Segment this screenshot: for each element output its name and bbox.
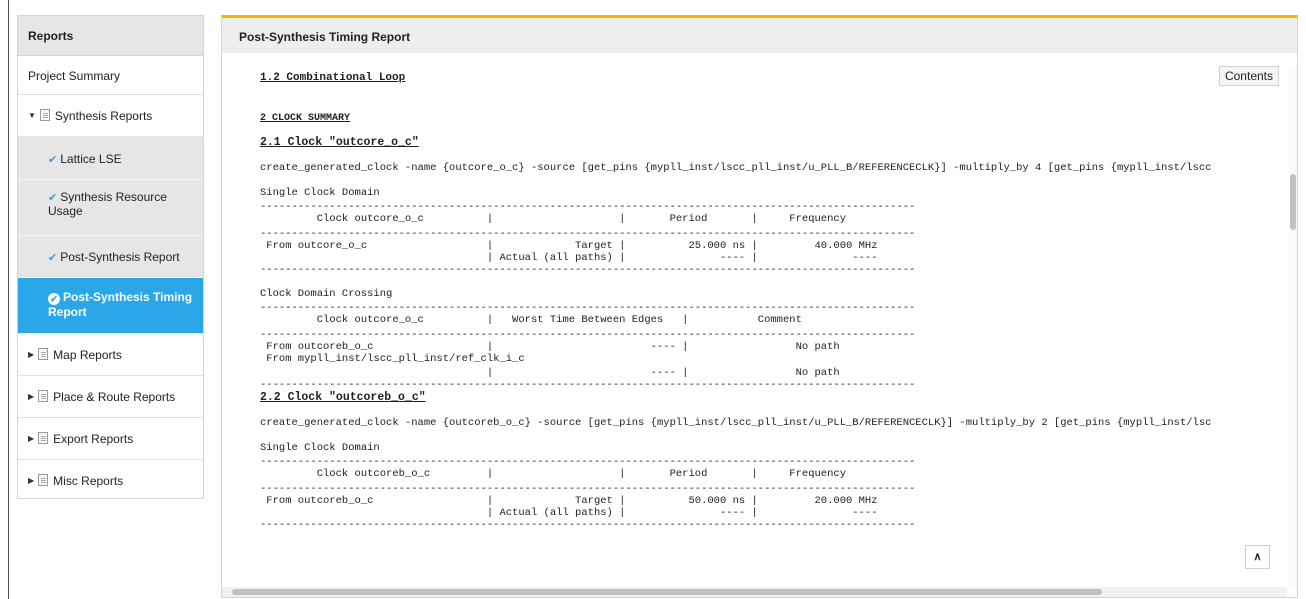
scroll-to-top-button[interactable]: ∧ (1245, 545, 1270, 569)
sidebar-item-project-summary[interactable]: Project Summary (18, 56, 203, 95)
sidebar-item-label: Synthesis Resource Usage (48, 190, 167, 218)
table-divider: ----------------------------------------… (260, 302, 916, 314)
table-divider: ----------------------------------------… (260, 228, 916, 240)
caret-right-icon: ▶ (28, 392, 35, 401)
sidebar-group-label: Synthesis Reports (54, 109, 153, 123)
table-divider: ----------------------------------------… (260, 329, 916, 341)
horizontal-scrollbar[interactable] (222, 587, 1287, 597)
caret-right-icon: ▶ (28, 350, 35, 359)
clock-heading: 2.2 Clock "outcoreb_o_c" (260, 391, 426, 404)
caret-right-icon: ▶ (28, 434, 35, 443)
check-icon: ✔ (48, 192, 58, 204)
table-divider: ----------------------------------------… (260, 519, 916, 531)
table-row: From outcoreb_o_c | Target | 50.000 ns |… (260, 495, 878, 507)
check-icon: ✔ (48, 154, 58, 166)
table-caption: Single Clock Domain (260, 187, 380, 199)
section-heading: 1.2 Combinational Loop (260, 72, 406, 84)
sidebar-group-map-reports[interactable]: ▶ Map Reports (18, 334, 203, 376)
table-divider: ----------------------------------------… (260, 483, 916, 495)
sidebar-item-label: Post-Synthesis Timing Report (48, 290, 193, 319)
sidebar-item-synthesis-resource-usage[interactable]: ✔ Synthesis Resource Usage (18, 180, 203, 236)
table-header: Clock outcore_o_c | Worst Time Between E… (260, 314, 802, 326)
contents-button[interactable]: Contents (1218, 66, 1279, 86)
table-row: From mypll_inst/lscc_pll_inst/ref_clk_i_… (260, 353, 525, 365)
table-caption: Clock Domain Crossing (260, 288, 393, 300)
sidebar-group-label: Export Reports (53, 432, 134, 446)
table-divider: ----------------------------------------… (260, 201, 916, 213)
sidebar-item-lattice-lse[interactable]: ✔ Lattice LSE (18, 137, 203, 180)
reports-sidebar: Reports Project Summary ▼ Synthesis Repo… (17, 15, 204, 499)
table-divider: ----------------------------------------… (260, 264, 916, 276)
document-icon (38, 390, 49, 402)
table-divider: ----------------------------------------… (260, 379, 916, 391)
sidebar-item-post-synthesis-timing-report[interactable]: ✔ Post-Synthesis Timing Report (18, 278, 203, 334)
table-divider: ----------------------------------------… (260, 456, 916, 468)
table-row: From outcore_o_c | Target | 25.000 ns | … (260, 240, 878, 252)
clock-heading: 2.1 Clock "outcore_o_c" (260, 136, 419, 149)
caret-down-icon: ▼ (28, 111, 36, 120)
sidebar-group-synthesis-reports[interactable]: ▼ Synthesis Reports (18, 95, 203, 137)
sidebar-group-label: Map Reports (53, 348, 122, 362)
sidebar-header: Reports (18, 16, 203, 56)
table-header: Clock outcoreb_o_c | | Period | Frequenc… (260, 468, 846, 480)
sidebar-group-misc-reports[interactable]: ▶ Misc Reports (18, 460, 203, 502)
clock-command: create_generated_clock -name {outcore_o_… (260, 162, 1212, 174)
caret-right-icon: ▶ (28, 476, 35, 485)
table-row: | ---- | No path (260, 367, 840, 379)
table-row: | Actual (all paths) | ---- | ---- (260, 507, 878, 519)
sidebar-group-label: Misc Reports (53, 474, 124, 488)
vertical-scroll-thumb[interactable] (1290, 174, 1296, 230)
table-row: From outcoreb_o_c | ---- | No path (260, 341, 840, 353)
document-icon (39, 109, 50, 121)
sidebar-item-post-synthesis-report[interactable]: ✔ Post-Synthesis Report (18, 236, 203, 278)
clock-command: create_generated_clock -name {outcoreb_o… (260, 417, 1212, 429)
sidebar-group-label: Place & Route Reports (53, 390, 176, 404)
table-caption: Single Clock Domain (260, 442, 380, 454)
horizontal-scroll-thumb[interactable] (232, 589, 1102, 595)
section-heading: 2 CLOCK SUMMARY (260, 113, 351, 124)
check-icon: ✔ (48, 252, 58, 264)
sidebar-group-place-route-reports[interactable]: ▶ Place & Route Reports (18, 376, 203, 418)
report-title: Post-Synthesis Timing Report (222, 18, 1297, 53)
document-icon (38, 474, 49, 486)
table-header: Clock outcore_o_c | | Period | Frequency (260, 213, 846, 225)
report-content: 1.2 Combinational Loop 2 CLOCK SUMMARY 2… (222, 55, 1287, 587)
table-row: | Actual (all paths) | ---- | ---- (260, 252, 878, 264)
sidebar-group-export-reports[interactable]: ▶ Export Reports (18, 418, 203, 460)
document-icon (38, 432, 49, 444)
document-icon (38, 348, 49, 360)
sidebar-item-label: Post-Synthesis Report (60, 250, 180, 264)
vertical-scrollbar[interactable] (1289, 68, 1297, 588)
check-circle-icon: ✔ (48, 293, 60, 305)
sidebar-item-label: Lattice LSE (60, 152, 122, 166)
report-panel: Post-Synthesis Timing Report 1.2 Combina… (221, 15, 1298, 598)
